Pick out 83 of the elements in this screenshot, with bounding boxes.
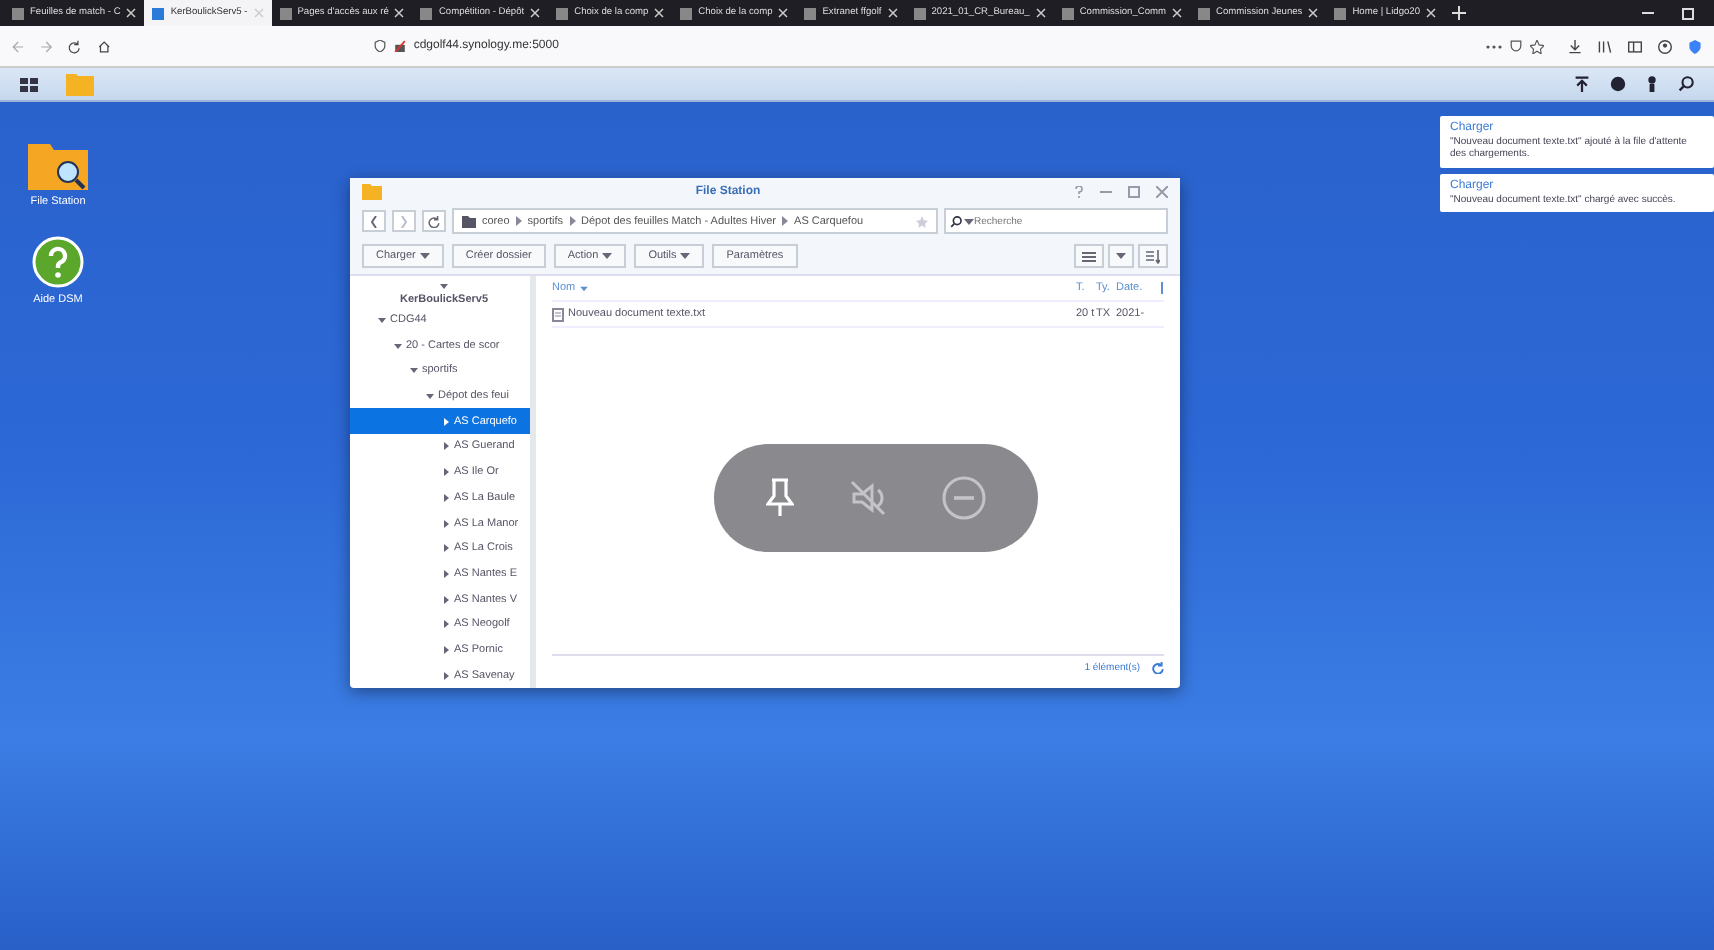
more-icon[interactable] [1485, 43, 1502, 49]
favicon-icon [804, 7, 817, 19]
shield-icon[interactable] [1688, 39, 1702, 53]
favicon-icon [556, 7, 569, 19]
expanded-arrow-icon[interactable] [440, 282, 448, 290]
download-icon[interactable] [1568, 39, 1582, 53]
collapsed-arrow-icon[interactable] [442, 645, 450, 654]
caret-icon [680, 252, 691, 260]
close-icon[interactable] [126, 8, 137, 18]
sort-button[interactable] [1138, 244, 1168, 268]
favicon-icon [12, 7, 24, 19]
folder-search-icon[interactable] [28, 138, 88, 190]
expanded-arrow-icon[interactable] [410, 366, 418, 375]
close-icon[interactable] [1172, 8, 1183, 18]
new-tab-icon[interactable] [1452, 6, 1466, 20]
pocket-icon[interactable] [1509, 40, 1522, 52]
main-menu-icon[interactable] [20, 77, 38, 91]
favicon-icon [152, 7, 165, 19]
minimize-icon[interactable] [1642, 11, 1654, 15]
expanded-arrow-icon[interactable] [394, 341, 402, 350]
caret-icon [602, 252, 613, 260]
favicon-icon [279, 7, 292, 19]
collapsed-arrow-icon[interactable] [442, 493, 450, 502]
sort-caret-icon [579, 285, 588, 291]
sort-icon [1146, 249, 1160, 263]
refresh-button[interactable] [422, 210, 446, 232]
pin-icon[interactable] [765, 478, 794, 518]
caret-icon [964, 217, 974, 225]
insecure-lock-icon [393, 40, 406, 52]
account-icon[interactable] [1658, 39, 1672, 53]
close-icon[interactable] [530, 8, 541, 18]
collapsed-arrow-icon[interactable] [442, 569, 450, 578]
chevron-icon [515, 216, 522, 226]
close-icon[interactable] [778, 8, 789, 18]
folder-icon [462, 215, 476, 227]
refresh-icon [428, 215, 440, 227]
back-button[interactable] [362, 210, 386, 232]
caret-icon [1116, 252, 1126, 260]
search-icon[interactable] [1678, 76, 1694, 92]
favicon-icon [1198, 7, 1211, 19]
collapsed-arrow-icon[interactable] [442, 544, 450, 553]
caret-icon [419, 252, 430, 260]
list-icon [1082, 251, 1096, 261]
home-icon[interactable] [97, 39, 110, 53]
close-icon[interactable] [1035, 8, 1046, 18]
close-icon[interactable] [654, 8, 665, 18]
expanded-arrow-icon[interactable] [378, 316, 386, 325]
sidebar-icon[interactable] [1628, 39, 1642, 53]
close-icon[interactable] [1426, 8, 1436, 18]
upload-icon[interactable] [1574, 76, 1590, 92]
chevron-left-icon [370, 215, 378, 227]
search-icon[interactable] [950, 215, 962, 227]
star-icon[interactable] [1529, 39, 1544, 53]
chevron-icon [782, 216, 789, 226]
collapsed-arrow-icon[interactable] [442, 442, 450, 451]
help-icon[interactable] [1074, 185, 1084, 197]
favicon-icon [1061, 7, 1074, 19]
shield-icon [373, 40, 386, 52]
favicon-icon [420, 7, 433, 19]
folder-icon [362, 183, 382, 199]
collapsed-arrow-icon[interactable] [442, 620, 450, 629]
collapsed-arrow-icon[interactable] [442, 519, 450, 528]
chevron-icon [569, 216, 575, 226]
library-icon[interactable] [1598, 39, 1612, 53]
collapsed-arrow-icon[interactable] [442, 468, 450, 477]
view-list-button[interactable] [1074, 244, 1104, 268]
close-icon[interactable] [394, 8, 405, 18]
collapsed-arrow-icon[interactable] [442, 417, 450, 426]
favicon-icon [913, 7, 926, 19]
collapsed-arrow-icon[interactable] [442, 671, 450, 680]
favicon-icon [680, 7, 693, 19]
reload-icon[interactable] [68, 39, 82, 53]
user-icon[interactable] [1646, 76, 1658, 92]
close-icon[interactable] [1308, 8, 1319, 18]
refresh-icon[interactable] [1152, 662, 1164, 674]
view-dropdown-button[interactable] [1108, 244, 1134, 268]
close-icon[interactable] [887, 8, 898, 18]
expanded-arrow-icon[interactable] [426, 392, 434, 401]
star-icon[interactable] [916, 215, 928, 227]
collapsed-arrow-icon[interactable] [442, 595, 450, 604]
chevron-right-icon [400, 215, 408, 227]
favicon-icon [1334, 7, 1347, 19]
text-file-icon [552, 307, 564, 321]
